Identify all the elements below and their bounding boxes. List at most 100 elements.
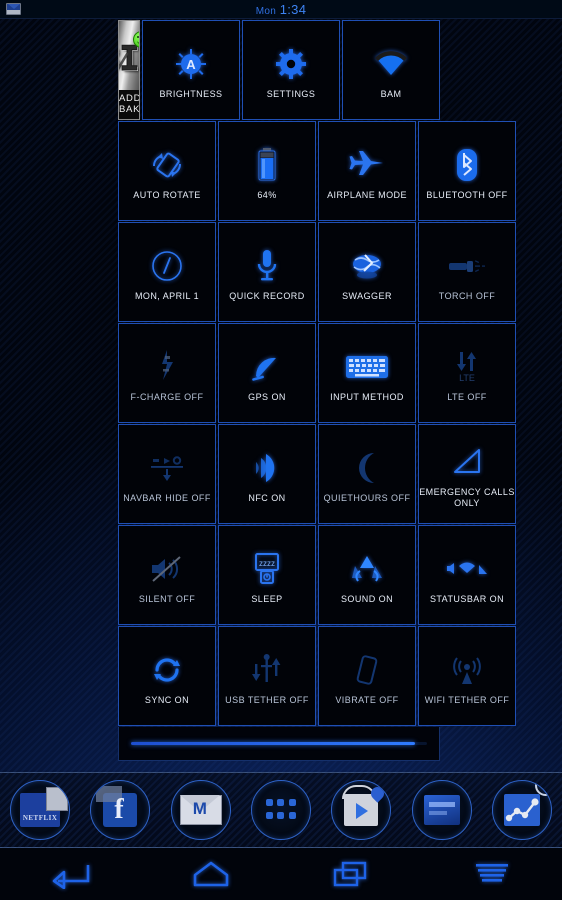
airplane-icon [319,142,415,188]
profile-logo: BIG [119,21,139,90]
tile-bluetooth[interactable]: BLUETOOTH OFF [418,121,516,221]
tile-bam-wifi[interactable]: BAM [342,20,440,120]
back-button[interactable] [35,854,105,894]
fast-charge-icon [119,344,215,390]
dock: NETFLIX [0,772,562,848]
tile-swagger[interactable]: SWAGGER [318,222,416,322]
tile-label: SETTINGS [266,88,316,99]
app-drawer-icon [265,799,296,821]
tile-row: NAVBAR HIDE OFF NFC ON QUIETHOURS OFF EM… [118,424,516,525]
statusbar-icon [419,546,515,592]
tile-label: MON, APRIL 1 [134,290,200,301]
tile-nfc[interactable]: NFC ON [218,424,316,524]
gps-icon [219,344,315,390]
sleep-icon: zzzz [219,546,315,592]
tile-label: LTE OFF [447,391,487,402]
svg-text:zzzz: zzzz [259,559,275,568]
tile-settings[interactable]: SETTINGS [242,20,340,120]
brightness-slider-fill [131,742,416,745]
status-bar-clock: Mon 1:34 [0,2,562,17]
auto-rotate-icon [119,142,215,188]
clock-icon [119,243,215,289]
dock-item-play-store[interactable] [331,780,392,840]
status-bar-time: 1:34 [279,1,307,17]
tile-label: AUTO ROTATE [133,189,201,200]
tile-label: SLEEP [251,593,283,604]
tile-statusbar[interactable]: STATUSBAR ON [418,525,516,625]
home-button[interactable] [176,854,246,894]
recents-icon [334,861,367,887]
tile-label: BLUETOOTH OFF [426,189,508,200]
swagger-icon [319,243,415,289]
gmail-icon [179,795,222,825]
brightness-icon: A [143,41,239,87]
vibrate-icon [319,647,415,693]
tile-navbar-hide[interactable]: NAVBAR HIDE OFF [118,424,216,524]
tile-fast-charge[interactable]: F-CHARGE OFF [118,323,216,423]
svg-text:LTE: LTE [459,373,475,383]
tile-label: F-CHARGE OFF [130,391,204,402]
tile-wifi-tether[interactable]: WIFI TETHER OFF [418,626,516,726]
tile-label: SILENT OFF [138,593,196,604]
dock-item-media-app[interactable] [411,780,472,840]
sync-icon [119,647,215,693]
brightness-slider[interactable] [118,727,440,761]
netflix-label: NETFLIX [22,814,58,822]
battery-icon [219,142,315,188]
tile-gps[interactable]: GPS ON [218,323,316,423]
tile-sync[interactable]: SYNC ON [118,626,216,726]
dock-item-gmail[interactable] [170,780,231,840]
tile-silent[interactable]: SILENT OFF [118,525,216,625]
tile-airplane-mode[interactable]: AIRPLANE MODE [318,121,416,221]
tile-label: NFC ON [248,492,286,503]
status-bar: Mon 1:34 [0,0,562,19]
tile-label: QUIETHOURS OFF [323,492,411,503]
emergency-calls-icon [419,439,515,485]
dock-item-facebook[interactable] [90,780,151,840]
tile-torch[interactable]: TORCH OFF [418,222,516,322]
torch-icon [419,243,515,289]
moon-icon [319,445,415,491]
tile-vibrate[interactable]: VIBRATE OFF [318,626,416,726]
tile-label: QUICK RECORD [229,290,305,301]
tile-lte[interactable]: LTE LTE OFF [418,323,516,423]
brightness-slider-track[interactable] [131,742,427,745]
wifi-icon [343,41,439,87]
tile-label: AIRPLANE MODE [327,189,407,200]
dock-item-app-drawer[interactable] [250,780,311,840]
netflix-icon: NETFLIX [20,787,69,827]
navigation-bar [0,848,562,900]
star-icon [458,781,471,790]
tile-auto-rotate[interactable]: AUTO ROTATE [118,121,216,221]
tile-input-method[interactable]: INPUT METHOD [318,323,416,423]
tile-quick-record[interactable]: QUICK RECORD [218,222,316,322]
keyboard-icon [319,344,415,390]
profile-tile[interactable]: BIG ADDIE BAKER [118,20,140,120]
tile-row: F-CHARGE OFF GPS ON INPUT METHOD LTE LTE… [118,323,516,424]
recents-button[interactable] [316,854,386,894]
tile-brightness[interactable]: A BRIGHTNESS [142,20,240,120]
tile-label: SYNC ON [144,694,190,705]
tile-label: TORCH OFF [438,290,496,301]
tile-emergency-calls[interactable]: EMERGENCY CALLS ONLY [418,424,516,524]
microphone-icon [219,243,315,289]
tile-usb-tether[interactable]: USB TETHER OFF [218,626,316,726]
menu-icon [475,864,508,882]
tile-quiethours[interactable]: QUIETHOURS OFF [318,424,416,524]
menu-button[interactable] [457,854,527,894]
dock-item-netflix[interactable]: NETFLIX [10,780,71,840]
home-icon [193,861,229,887]
tile-sleep[interactable]: zzzz SLEEP [218,525,316,625]
wifi-tether-icon [419,647,515,693]
tile-label: INPUT METHOD [330,391,404,402]
dock-item-chart-app[interactable] [491,780,552,840]
tile-battery[interactable]: 64% [218,121,316,221]
tile-row: SILENT OFF zzzz SLEEP SOUND ON STATUSBAR… [118,525,516,626]
tile-label: BRIGHTNESS [159,88,223,99]
media-app-icon [423,795,460,825]
tile-sound[interactable]: SOUND ON [318,525,416,625]
tile-label: STATUSBAR ON [429,593,505,604]
tile-date-clock[interactable]: MON, APRIL 1 [118,222,216,322]
sound-icon [319,546,415,592]
tile-label: BAM [380,88,402,99]
